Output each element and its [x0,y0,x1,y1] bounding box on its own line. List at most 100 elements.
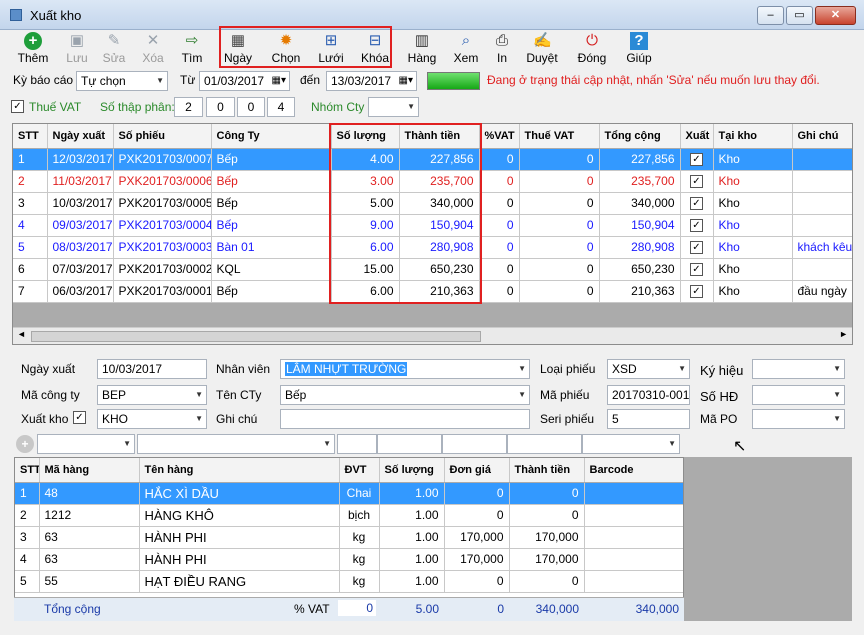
item-cell-ma[interactable]: 63 [39,548,140,571]
decimal-input-3[interactable]: 0 [237,97,265,117]
item-table-row[interactable]: 3 63 HÀNH PHI kg 1.00 170,000 170,000 [15,526,683,549]
xuat-checkbox[interactable]: ✓ [690,285,703,299]
item-cell-dvt[interactable]: bịch [339,504,380,527]
add-row-icon[interactable]: + [16,435,34,453]
item-cell-stt[interactable]: 4 [15,548,40,571]
master-cell-thue-vat[interactable]: 0 [519,148,600,171]
thue-vat-checkbox[interactable]: ✓ [11,100,24,113]
master-col-header[interactable]: Xuất [680,124,714,149]
master-cell-so-phieu[interactable]: PXK201703/0006 [113,170,212,193]
item-cell-ten[interactable]: HẠT ĐIỀU RANG [139,570,340,593]
item-cell-dvt[interactable]: kg [339,548,380,571]
master-horizontal-scrollbar[interactable]: ◄ ► [13,327,852,344]
item-cell-ten[interactable]: HÀNG KHÔ [139,504,340,527]
item-cell-sl[interactable]: 1.00 [379,548,445,571]
luu-button[interactable]: ▣ Lưu [61,32,93,66]
item-filter-ma[interactable] [37,434,135,454]
item-cell-barcode[interactable] [584,504,683,527]
master-cell-vat-pct[interactable]: 0 [479,280,520,303]
item-table-row[interactable]: 4 63 HÀNH PHI kg 1.00 170,000 170,000 [15,548,683,571]
item-cell-stt[interactable]: 3 [15,526,40,549]
item-cell-barcode[interactable] [584,482,683,505]
master-cell-cong-ty[interactable]: KQL [211,258,332,281]
item-table-row[interactable]: 1 48 HẮC XÌ DẦU Chai 1.00 0 0 [15,482,683,505]
giup-button[interactable]: ? Giúp [624,32,654,66]
item-cell-stt[interactable]: 2 [15,504,40,527]
master-cell-stt[interactable]: 7 [13,280,48,303]
master-cell-xuat[interactable]: ✓ [680,192,714,215]
master-cell-vat-pct[interactable]: 0 [479,236,520,259]
ngay-xuat-input[interactable]: 10/03/2017 [97,359,207,379]
master-cell-vat-pct[interactable]: 0 [479,214,520,237]
master-cell-xuat[interactable]: ✓ [680,236,714,259]
item-cell-thanh-tien[interactable]: 170,000 [509,526,585,549]
item-cell-sl[interactable]: 1.00 [379,482,445,505]
master-cell-thue-vat[interactable]: 0 [519,170,600,193]
item-col-header[interactable]: ĐVT [339,458,380,483]
ky-hieu-select[interactable] [752,359,845,379]
master-col-header[interactable]: %VAT [479,124,520,149]
decimal-input-1[interactable]: 2 [174,97,203,117]
item-cell-ten[interactable]: HÀNH PHI [139,526,340,549]
ghi-chu-input[interactable] [280,409,530,429]
master-cell-ngay[interactable]: 07/03/2017 [47,258,114,281]
master-cell-xuat[interactable]: ✓ [680,258,714,281]
master-cell-ghi-chu[interactable] [792,148,852,171]
master-cell-thue-vat[interactable]: 0 [519,258,600,281]
item-cell-stt[interactable]: 1 [15,482,40,505]
master-cell-tai-kho[interactable]: Kho [713,258,793,281]
item-cell-thanh-tien[interactable]: 0 [509,570,585,593]
item-col-header[interactable]: Mã hàng [39,458,140,483]
item-filter-thanhtien[interactable] [507,434,582,454]
item-cell-ten[interactable]: HÀNH PHI [139,548,340,571]
master-cell-so-phieu[interactable]: PXK201703/0005 [113,192,212,215]
master-cell-cong-ty[interactable]: Bếp [211,214,332,237]
master-cell-tai-kho[interactable]: Kho [713,236,793,259]
master-cell-thue-vat[interactable]: 0 [519,236,600,259]
ma-po-select[interactable] [752,409,845,429]
master-col-header[interactable]: Thuế VAT [519,124,600,149]
nhan-vien-select[interactable]: LÂM NHỰT TRƯỜNG [280,359,530,379]
item-cell-dvt[interactable]: kg [339,526,380,549]
so-hd-select[interactable] [752,385,845,405]
item-cell-ma[interactable]: 1212 [39,504,140,527]
item-col-header[interactable]: Tên hàng [139,458,340,483]
tim-button[interactable]: ⇨ Tìm [176,32,208,66]
scroll-left-icon[interactable]: ◄ [17,329,26,339]
nhom-cty-select[interactable] [368,97,419,117]
item-col-header[interactable]: STT [15,458,40,483]
item-filter-sl[interactable] [377,434,442,454]
master-col-header[interactable]: Tổng cộng [599,124,681,149]
master-cell-xuat[interactable]: ✓ [680,214,714,237]
item-cell-sl[interactable]: 1.00 [379,526,445,549]
item-cell-ma[interactable]: 48 [39,482,140,505]
master-cell-stt[interactable]: 3 [13,192,48,215]
master-cell-thue-vat[interactable]: 0 [519,214,600,237]
hang-button[interactable]: ▥ Hàng [404,32,440,66]
master-cell-ghi-chu[interactable] [792,258,852,281]
master-cell-tong-cong[interactable]: 650,230 [599,258,681,281]
master-cell-so-phieu[interactable]: PXK201703/0003 [113,236,212,259]
master-cell-so-phieu[interactable]: PXK201703/0007 [113,148,212,171]
master-cell-cong-ty[interactable]: Bàn 01 [211,236,332,259]
master-cell-ngay[interactable]: 08/03/2017 [47,236,114,259]
master-cell-vat-pct[interactable]: 0 [479,192,520,215]
master-cell-thue-vat[interactable]: 0 [519,192,600,215]
master-cell-ghi-chu[interactable] [792,192,852,215]
decimal-input-2[interactable]: 0 [206,97,235,117]
master-cell-stt[interactable]: 1 [13,148,48,171]
dong-button[interactable]: ⏻ Đóng [574,32,610,66]
to-date-picker[interactable]: 13/03/2017 ▦▾ [326,71,417,91]
master-cell-xuat[interactable]: ✓ [680,148,714,171]
master-cell-ghi-chu[interactable] [792,170,852,193]
item-cell-sl[interactable]: 1.00 [379,570,445,593]
master-cell-vat-pct[interactable]: 0 [479,258,520,281]
master-cell-ngay[interactable]: 09/03/2017 [47,214,114,237]
master-cell-tai-kho[interactable]: Kho [713,170,793,193]
xuat-checkbox[interactable]: ✓ [690,197,703,211]
master-cell-thue-vat[interactable]: 0 [519,280,600,303]
ma-cong-ty-select[interactable]: BEP [97,385,207,405]
sua-button[interactable]: ✎ Sửa [99,32,129,66]
master-cell-tai-kho[interactable]: Kho [713,192,793,215]
item-cell-barcode[interactable] [584,526,683,549]
